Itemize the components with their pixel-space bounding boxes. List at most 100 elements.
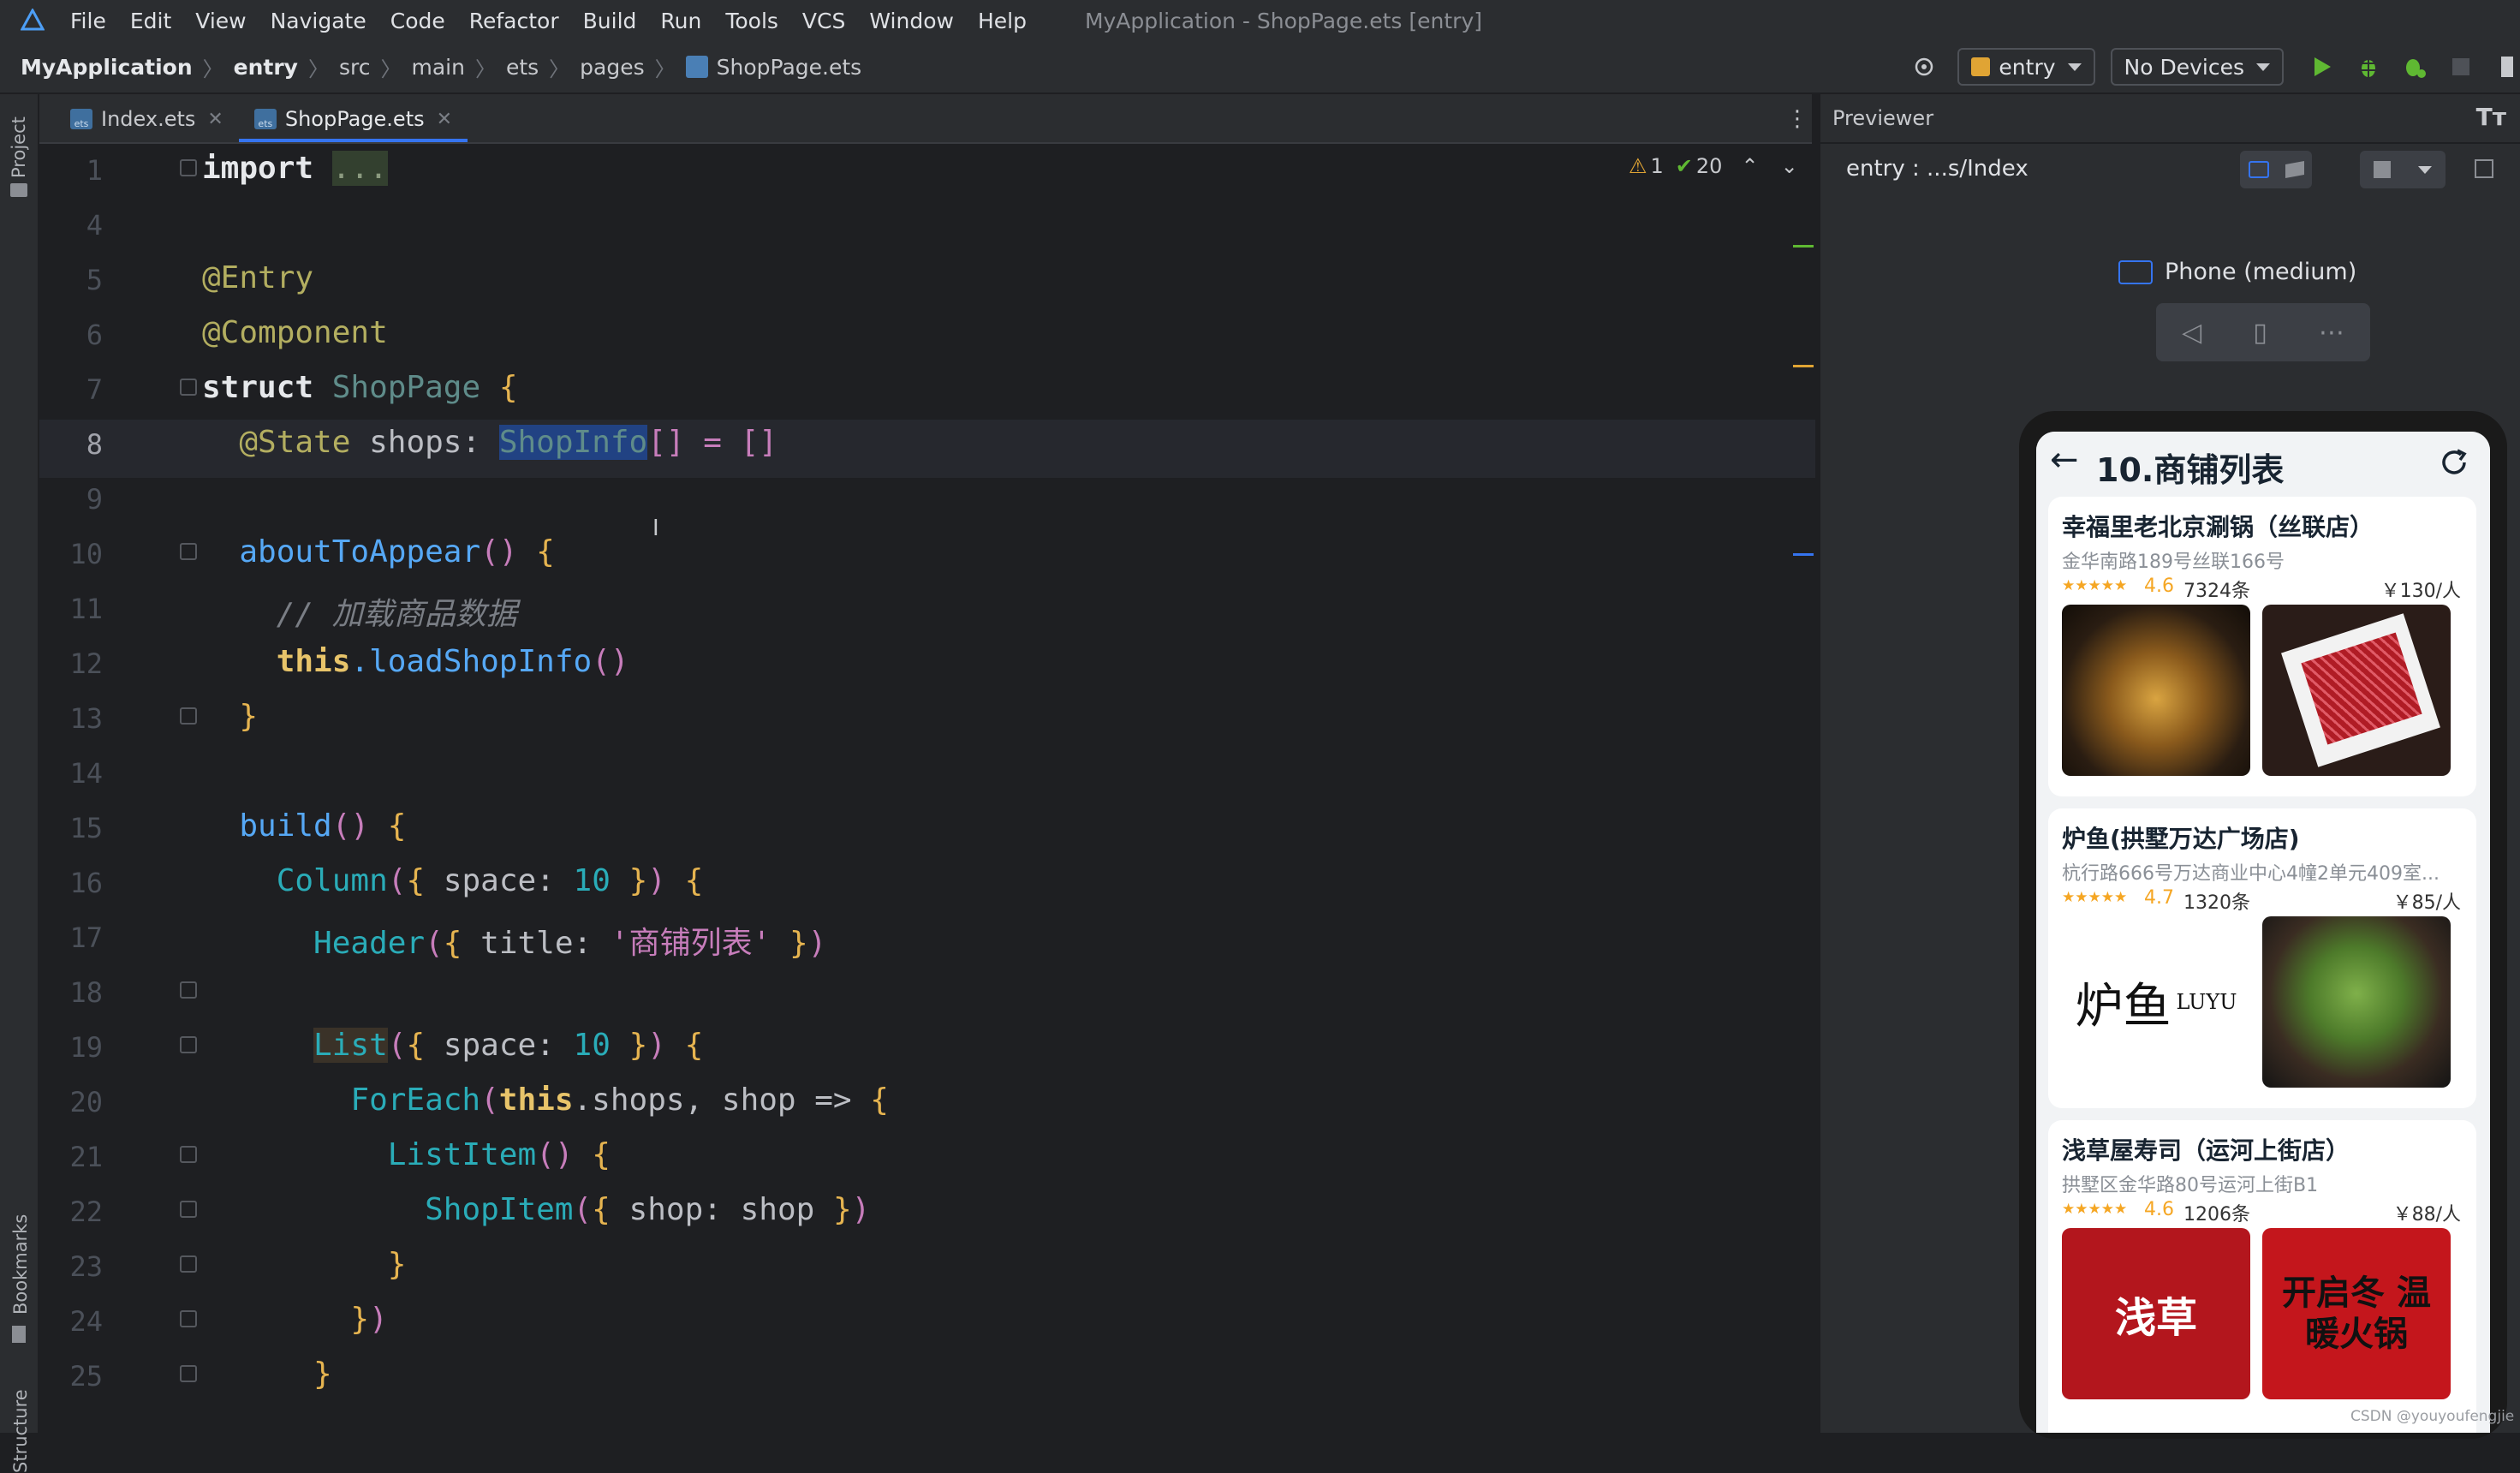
project-tool-button[interactable]: Project xyxy=(9,116,29,178)
rotate-icon[interactable]: ▯ xyxy=(2253,318,2267,348)
fold-icon[interactable] xyxy=(180,543,197,560)
layout-dropdown[interactable] xyxy=(2360,151,2446,188)
back-icon[interactable]: ◁ xyxy=(2182,318,2201,348)
device-select[interactable]: No Devices xyxy=(2110,48,2284,86)
font-size-icon[interactable]: Tт xyxy=(2476,103,2506,131)
menu-vcs[interactable]: VCS xyxy=(802,9,845,33)
code-line-15: build() { xyxy=(239,808,407,844)
ets-file-icon: ets xyxy=(70,109,92,129)
line-number: 9 xyxy=(86,483,103,516)
folded-imports[interactable]: ... xyxy=(331,151,388,186)
menu-window[interactable]: Window xyxy=(869,9,954,33)
menu-file[interactable]: File xyxy=(70,9,106,33)
breadcrumb-file[interactable]: ShopPage.ets xyxy=(717,55,862,80)
line-number: 10 xyxy=(69,538,103,570)
fullscreen-icon[interactable] xyxy=(2475,159,2493,178)
chevron-down-icon xyxy=(2256,63,2270,71)
fold-icon[interactable] xyxy=(180,707,197,725)
menu-build[interactable]: Build xyxy=(583,9,637,33)
line-number: 17 xyxy=(69,921,103,954)
preview-path[interactable]: entry : ...s/Index xyxy=(1846,156,2029,182)
bookmarks-tool-button[interactable]: Bookmarks xyxy=(10,1214,31,1315)
breadcrumb-project[interactable]: MyApplication xyxy=(21,55,193,80)
line-number: 12 xyxy=(69,647,103,680)
shop-photo-hotpot xyxy=(2062,605,2250,776)
menu-refactor[interactable]: Refactor xyxy=(469,9,559,33)
fold-icon[interactable] xyxy=(180,379,197,396)
left-tool-strip: Project Bookmarks Structure xyxy=(0,94,39,1473)
line-number: 6 xyxy=(86,319,103,351)
shop-card[interactable]: 浅草屋寿司（运河上街店） 拱墅区金华路80号运河上街B1 ★★★★★ 4.6 1… xyxy=(2048,1120,2476,1433)
grid-icon xyxy=(2374,161,2391,178)
caret-marker xyxy=(1793,553,1814,556)
shop-card[interactable]: 炉鱼(拱墅万达广场店) 杭行路666号万达商业中心4幢2单元409室... ★★… xyxy=(2048,808,2476,1108)
chevron-up-icon[interactable]: ⌃ xyxy=(1741,154,1758,178)
breadcrumb-main[interactable]: main xyxy=(411,55,464,80)
close-icon[interactable]: ✕ xyxy=(437,109,452,130)
code-editor[interactable]: 1 4 5 6 7 8 9 10 11 12 13 14 15 16 17 18… xyxy=(39,144,1815,1433)
menu-view[interactable]: View xyxy=(195,9,246,33)
code-line-20: ForEach(this.shops, shop => { xyxy=(350,1082,889,1118)
structure-tool-button[interactable]: Structure xyxy=(10,1389,31,1473)
menu-navigate[interactable]: Navigate xyxy=(271,9,366,33)
fold-icon[interactable] xyxy=(180,1255,197,1273)
refresh-icon[interactable] xyxy=(2437,445,2471,480)
fold-icon[interactable] xyxy=(180,1036,197,1053)
fold-icon[interactable] xyxy=(180,159,197,176)
chevron-down-icon[interactable]: ⌄ xyxy=(1781,154,1798,178)
code-line-24: }) xyxy=(350,1302,388,1337)
code-line-1: import ... xyxy=(202,151,388,186)
phone-screen[interactable]: ← 10.商铺列表 幸福里老北京涮锅（丝联店） 金华南路189号丝联166号 ★… xyxy=(2036,432,2490,1433)
menu-help[interactable]: Help xyxy=(978,9,1027,33)
shop-poster-sushi: 浅草 xyxy=(2062,1228,2250,1399)
line-number: 23 xyxy=(69,1250,103,1283)
more-icon[interactable]: ⋯ xyxy=(2319,318,2344,348)
breadcrumb-pages[interactable]: pages xyxy=(580,55,644,80)
fold-icon[interactable] xyxy=(180,981,197,999)
fold-icon[interactable] xyxy=(180,1146,197,1163)
device-selector[interactable]: Phone (medium) xyxy=(2118,259,2356,285)
more-toolbar-icon[interactable] xyxy=(2494,54,2520,80)
rating-stars-icon: ★★★★★ xyxy=(2062,1201,2128,1218)
attach-debugger-icon[interactable] xyxy=(2402,54,2428,80)
review-count: 7324条 xyxy=(2183,581,2250,602)
stop-icon[interactable] xyxy=(2448,54,2474,80)
debug-icon[interactable] xyxy=(2356,54,2381,80)
code-line-25: } xyxy=(313,1357,332,1392)
run-icon[interactable] xyxy=(2309,54,2335,80)
back-arrow-icon[interactable]: ← xyxy=(2050,440,2079,480)
run-config-select[interactable]: entry xyxy=(1957,48,2095,86)
breadcrumb-ets[interactable]: ets xyxy=(506,55,539,80)
inspector-toggle[interactable] xyxy=(2240,151,2312,188)
inspection-widget[interactable]: ⚠ 1 ✔ 20 ⌃ ⌄ xyxy=(1629,154,1798,178)
tab-options-icon[interactable]: ⋮ xyxy=(1786,106,1808,132)
code-line-23: } xyxy=(387,1247,407,1282)
fold-icon[interactable] xyxy=(180,1310,197,1327)
shop-card[interactable]: 幸福里老北京涮锅（丝联店） 金华南路189号丝联166号 ★★★★★ 4.6 7… xyxy=(2048,497,2476,796)
target-icon[interactable] xyxy=(1911,54,1937,80)
breadcrumb-src[interactable]: src xyxy=(339,55,371,80)
menu-tools[interactable]: Tools xyxy=(725,9,778,33)
fold-icon[interactable] xyxy=(180,1365,197,1382)
line-number: 22 xyxy=(69,1196,103,1228)
module-icon xyxy=(1971,57,1991,76)
shop-address: 杭行路666号万达商业中心4幢2单元409室... xyxy=(2062,863,2440,885)
app-header: ← 10.商铺列表 xyxy=(2036,432,2490,490)
breadcrumb-module[interactable]: entry xyxy=(234,55,298,80)
shop-photo-meat xyxy=(2262,605,2451,776)
avg-price: ￥85/人 xyxy=(2392,892,2461,914)
code-line-6: @Component xyxy=(202,315,388,350)
menu-code[interactable]: Code xyxy=(390,9,445,33)
menu-run[interactable]: Run xyxy=(660,9,701,33)
app-logo-icon xyxy=(21,9,45,31)
avg-price: ￥88/人 xyxy=(2392,1204,2461,1226)
tab-shoppage[interactable]: ets ShopPage.ets ✕ xyxy=(238,96,468,142)
fold-icon[interactable] xyxy=(180,1201,197,1218)
toolbar-right: entry No Devices xyxy=(1901,41,2520,92)
tab-index[interactable]: ets Index.ets ✕ xyxy=(55,96,239,142)
warning-icon: ⚠ xyxy=(1629,154,1647,178)
line-number: 21 xyxy=(69,1141,103,1173)
close-icon[interactable]: ✕ xyxy=(207,109,223,130)
menu-edit[interactable]: Edit xyxy=(130,9,171,33)
editor-tabs: ets Index.ets ✕ ets ShopPage.ets ✕ ⋮ xyxy=(39,94,1812,144)
